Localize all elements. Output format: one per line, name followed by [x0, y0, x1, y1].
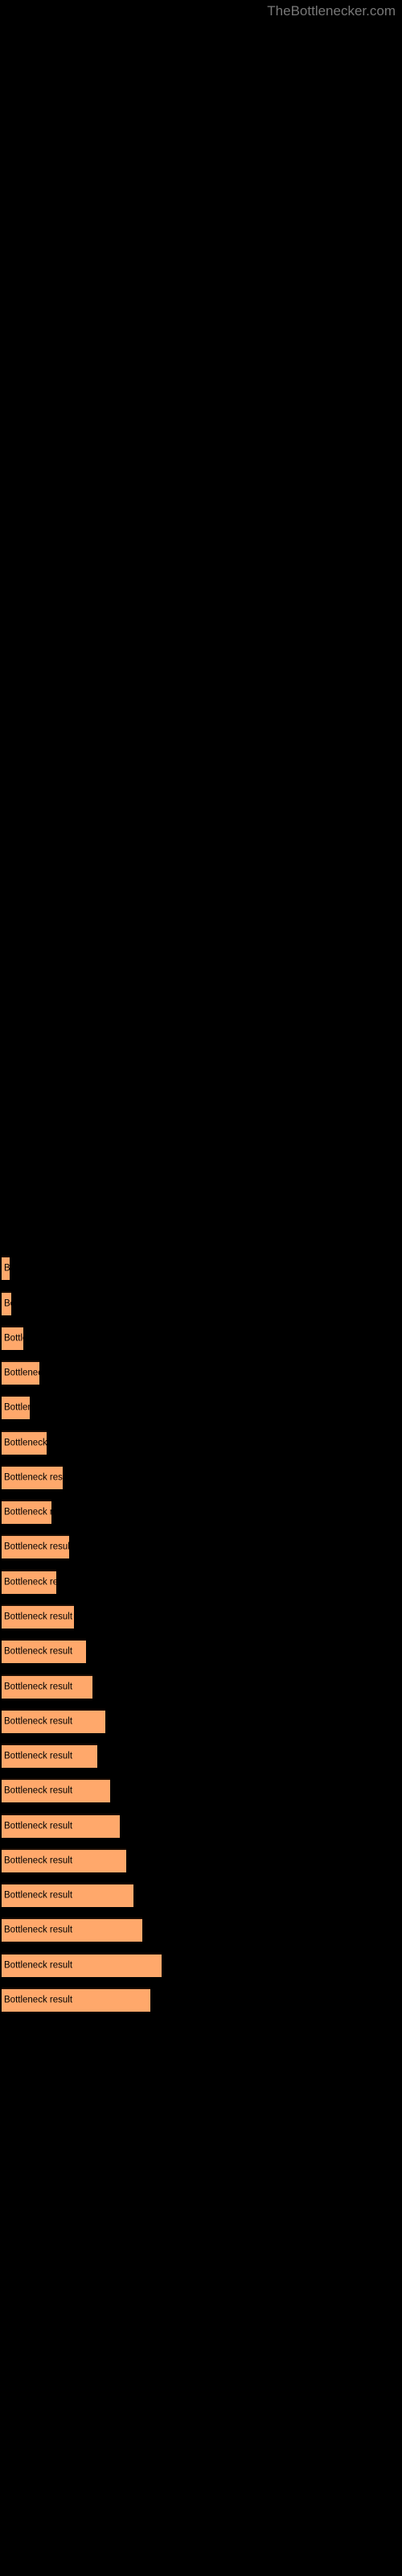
bar[interactable]: Bottleneck result	[2, 1709, 105, 1733]
bar[interactable]: Bottleneck result	[2, 1326, 23, 1350]
bar[interactable]: Bottleneck result	[2, 1988, 150, 2012]
bar[interactable]: Bottleneck result	[2, 1256, 10, 1280]
bar-label: Bottleneck result	[4, 1263, 10, 1274]
bar-row: Bottleneck result	[0, 1326, 402, 1350]
bottleneck-bar-chart: Bottleneck result Bottleneck result Bottle…	[0, 0, 402, 2576]
bar-label: Bottleneck result	[4, 1612, 73, 1622]
bar-label: Bottleneck result	[4, 1856, 73, 1866]
bar-row: Bottleneck result	[0, 1395, 402, 1419]
bar[interactable]: Bottleneck result	[2, 1291, 11, 1315]
bar[interactable]: Bottleneck result	[2, 1814, 120, 1838]
bar[interactable]: Bottleneck result	[2, 1744, 97, 1768]
bar-label: Bottleneck result	[4, 1925, 73, 1935]
bar[interactable]: Bottleneck result	[2, 1534, 69, 1558]
bar-row: Bottleneck result	[0, 1639, 402, 1663]
bar-row: Bottleneck result	[0, 1709, 402, 1733]
bar-row: Bottleneck result	[0, 1674, 402, 1699]
bar[interactable]: Bottleneck result	[2, 1360, 39, 1385]
bar-label: Bottleneck result	[4, 1472, 63, 1483]
bar-row: Bottleneck result	[0, 1360, 402, 1385]
bar[interactable]: Bottleneck result	[2, 1395, 30, 1419]
bar-row: Bottleneck result	[0, 1465, 402, 1489]
bar-label: Bottleneck result	[4, 1995, 73, 2005]
bar-label: Bottleneck result	[4, 1402, 30, 1413]
bar[interactable]: Bottleneck result	[2, 1570, 56, 1594]
bar[interactable]: Bottleneck result	[2, 1500, 51, 1524]
bar-row: Bottleneck result	[0, 1430, 402, 1455]
bar[interactable]: Bottleneck result	[2, 1918, 142, 1942]
bar[interactable]: Bottleneck result	[2, 1604, 74, 1629]
bar-label: Bottleneck result	[4, 1716, 73, 1727]
bar-label: Bottleneck result	[4, 1298, 11, 1309]
bar-row: Bottleneck result	[0, 1988, 402, 2012]
bar[interactable]: Bottleneck result	[2, 1848, 126, 1872]
bar-label: Bottleneck result	[4, 1890, 73, 1901]
bar[interactable]: Bottleneck result	[2, 1778, 110, 1802]
bar-row: Bottleneck result	[0, 1778, 402, 1802]
bar-label: Bottleneck result	[4, 1368, 39, 1378]
bar-label: Bottleneck result	[4, 1751, 73, 1761]
bar-row: Bottleneck result	[0, 1534, 402, 1558]
bar-label: Bottleneck result	[4, 1682, 73, 1692]
bar[interactable]: Bottleneck result	[2, 1465, 63, 1489]
bar-label: Bottleneck result	[4, 1438, 47, 1448]
bar-label: Bottleneck result	[4, 1646, 73, 1657]
bar-row: Bottleneck result	[0, 1744, 402, 1768]
bar-label: Bottleneck result	[4, 1507, 51, 1517]
bar-row: Bottleneck result	[0, 1918, 402, 1942]
bar[interactable]: Bottleneck result	[2, 1674, 92, 1699]
bar-row: Bottleneck result	[0, 1814, 402, 1838]
bar-label: Bottleneck result	[4, 1577, 56, 1587]
bar[interactable]: Bottleneck result	[2, 1953, 162, 1977]
bar-row: Bottleneck result	[0, 1848, 402, 1872]
bar[interactable]: Bottleneck result	[2, 1883, 133, 1907]
bar-row: Bottleneck result	[0, 1291, 402, 1315]
bar-label: Bottleneck result	[4, 1960, 73, 1971]
bar-row: Bottleneck result	[0, 1256, 402, 1280]
bar-label: Bottleneck result	[4, 1821, 73, 1831]
bar-row: Bottleneck result	[0, 1953, 402, 1977]
page-root: TheBottlenecker.com Bottleneck resultBot…	[0, 0, 402, 2576]
bar[interactable]: Bottleneck result	[2, 1639, 86, 1663]
bar-row: Bottleneck result	[0, 1500, 402, 1524]
bar-row: Bottleneck result	[0, 1883, 402, 1907]
bar-label: Bottleneck result	[4, 1542, 69, 1552]
bar-row: Bottleneck result	[0, 1604, 402, 1629]
bar-label: Bottleneck result	[4, 1785, 73, 1796]
bar[interactable]: Bottleneck result	[2, 1430, 47, 1455]
bar-row: Bottleneck result	[0, 1570, 402, 1594]
bar-label: Bottleneck result	[4, 1333, 23, 1344]
